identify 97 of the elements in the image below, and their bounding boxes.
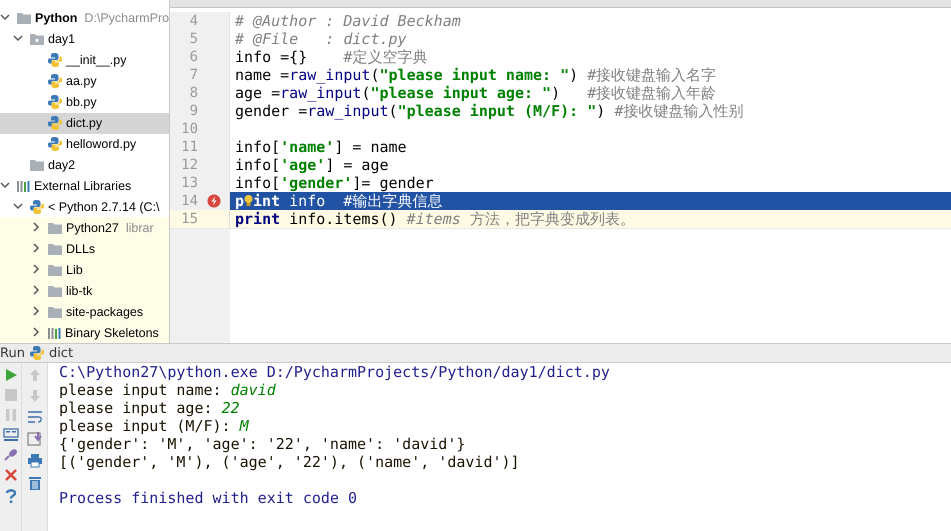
tree-item[interactable]: bb.py bbox=[0, 92, 169, 113]
item-path: D:\PycharmPro bbox=[84, 11, 169, 26]
item-label: day2 bbox=[48, 158, 76, 172]
code-line: info ={} #定义空字典 bbox=[234, 48, 428, 66]
item-label: Python bbox=[35, 11, 78, 26]
item-label: __init__.py bbox=[66, 53, 126, 68]
item-label: bb.py bbox=[66, 95, 97, 110]
item-label: aa.py bbox=[66, 74, 97, 88]
item-label: < Python 2.7.14 (C:\ bbox=[48, 200, 160, 214]
lightbulb-icon[interactable] bbox=[244, 194, 254, 208]
tree-item[interactable]: DLLs bbox=[0, 238, 169, 260]
item-path: librar bbox=[126, 220, 154, 235]
run-label: Run bbox=[0, 346, 25, 360]
code-line: name =raw_input("please input name: ") #接收键盘输入名字 bbox=[234, 66, 718, 84]
tree-item[interactable]: Python27 librar bbox=[0, 217, 169, 238]
folder-icon bbox=[47, 242, 63, 256]
soft-wrap-icon[interactable] bbox=[26, 410, 42, 424]
python-logo-icon bbox=[28, 345, 45, 361]
console-output: C:\Python27\python.exe D:/PycharmProjects/Python/day1/dict.py please input name: david please input age: 22 please input (M/F): M {'gender': 'M', 'age': '22', 'name': 'david'} [('gender', 'M'), ('age', '22'), ('name', 'david')] Process finished with exit code 0 bbox=[58, 363, 611, 509]
chevron-right-icon[interactable] bbox=[31, 306, 41, 316]
code-line: print info.items() #items 方法，把字典变成列表。 bbox=[234, 210, 636, 228]
trash-icon[interactable] bbox=[28, 475, 42, 491]
line-number: 6 bbox=[188, 49, 198, 65]
tree-item[interactable]: External Libraries bbox=[0, 176, 169, 196]
chevron-down-icon[interactable] bbox=[13, 33, 23, 44]
package-folder-icon bbox=[29, 32, 45, 46]
run-icon[interactable] bbox=[4, 368, 18, 382]
item-label: lib-tk bbox=[66, 284, 92, 298]
item-label: site-packages bbox=[66, 304, 144, 319]
line-number: 10 bbox=[180, 121, 198, 137]
item-label: helloword.py bbox=[66, 137, 136, 152]
python-file-icon bbox=[47, 94, 63, 110]
close-icon[interactable] bbox=[4, 468, 18, 482]
chevron-right-icon[interactable] bbox=[31, 242, 41, 253]
breakpoint-icon[interactable] bbox=[207, 194, 221, 208]
folder-icon bbox=[47, 304, 63, 319]
code-line: age =raw_input("please input age: ") #接收键盘输入年龄 bbox=[234, 84, 718, 102]
code-line: info['age'] = age bbox=[234, 156, 390, 174]
line-number: 4 bbox=[188, 13, 198, 29]
tree-item[interactable]: lib-tk bbox=[0, 280, 169, 302]
python-file-icon bbox=[47, 115, 63, 132]
code-line: # @Author : David Beckham bbox=[234, 12, 462, 30]
code-line: info['gender']= gender bbox=[234, 174, 435, 192]
line-number: 8 bbox=[188, 85, 198, 101]
folder-icon bbox=[47, 284, 63, 298]
code-line: info['name'] = name bbox=[234, 138, 408, 156]
scroll-to-end-icon[interactable] bbox=[26, 431, 42, 446]
chevron-down-icon[interactable] bbox=[0, 12, 10, 22]
tree-item[interactable]: Binary Skeletons bbox=[0, 322, 169, 343]
print-icon[interactable] bbox=[26, 453, 42, 468]
tree-item[interactable]: Lib bbox=[0, 259, 169, 280]
chevron-right-icon[interactable] bbox=[31, 326, 41, 337]
item-label: day1 bbox=[48, 32, 76, 46]
line-number: 13 bbox=[180, 175, 198, 191]
code-line: gender =raw_input("please input (M/F): ") #接收键盘输入性别 bbox=[234, 102, 744, 120]
item-label: Binary Skeletons bbox=[65, 326, 159, 340]
chevron-down-icon[interactable] bbox=[13, 200, 23, 211]
tree-item[interactable]: aa.py bbox=[0, 70, 169, 92]
line-number: 5 bbox=[188, 31, 198, 47]
folder-icon bbox=[16, 11, 32, 26]
line-number: 14 bbox=[180, 193, 198, 209]
chevron-down-icon[interactable] bbox=[0, 180, 10, 190]
python-file-icon bbox=[47, 136, 63, 152]
chevron-right-icon[interactable] bbox=[31, 284, 41, 295]
help-icon[interactable] bbox=[4, 488, 16, 504]
item-label: DLLs bbox=[66, 242, 96, 256]
layout-icon[interactable] bbox=[2, 428, 18, 442]
line-number: 12 bbox=[180, 157, 198, 173]
library-icon bbox=[16, 178, 31, 193]
plug-icon[interactable] bbox=[2, 448, 18, 462]
folder-icon bbox=[47, 220, 63, 235]
chevron-right-icon[interactable] bbox=[31, 222, 41, 232]
tree-item[interactable]: Python D:\PycharmPro bbox=[0, 8, 169, 29]
python-file-icon bbox=[47, 52, 63, 68]
item-label: Python27 bbox=[66, 220, 119, 235]
line-number: 7 bbox=[188, 67, 198, 83]
item-label: External Libraries bbox=[34, 178, 132, 193]
tree-item[interactable]: day2 bbox=[0, 154, 169, 176]
line-number: 15 bbox=[180, 211, 198, 227]
line-number: 11 bbox=[180, 139, 198, 155]
tree-item[interactable]: < Python 2.7.14 (C:\ bbox=[0, 196, 169, 218]
chevron-right-icon[interactable] bbox=[31, 264, 41, 274]
item-label: Lib bbox=[66, 262, 83, 277]
folder-icon bbox=[47, 262, 63, 277]
tree-item[interactable]: day1 bbox=[0, 28, 169, 50]
code-line: # @File : dict.py bbox=[234, 30, 408, 48]
tree-item[interactable]: helloword.py bbox=[0, 134, 169, 155]
tree-item[interactable]: __init__.py bbox=[0, 50, 169, 71]
tree-item[interactable]: dict.py bbox=[0, 112, 169, 134]
library-icon bbox=[47, 326, 62, 340]
folder-icon bbox=[29, 158, 45, 172]
run-config-tab[interactable]: dict bbox=[48, 346, 74, 360]
line-number: 9 bbox=[188, 103, 198, 119]
item-label: dict.py bbox=[66, 116, 102, 130]
tree-item[interactable]: site-packages bbox=[0, 301, 169, 322]
python-file-icon bbox=[47, 73, 63, 90]
python-logo-icon bbox=[29, 198, 45, 215]
